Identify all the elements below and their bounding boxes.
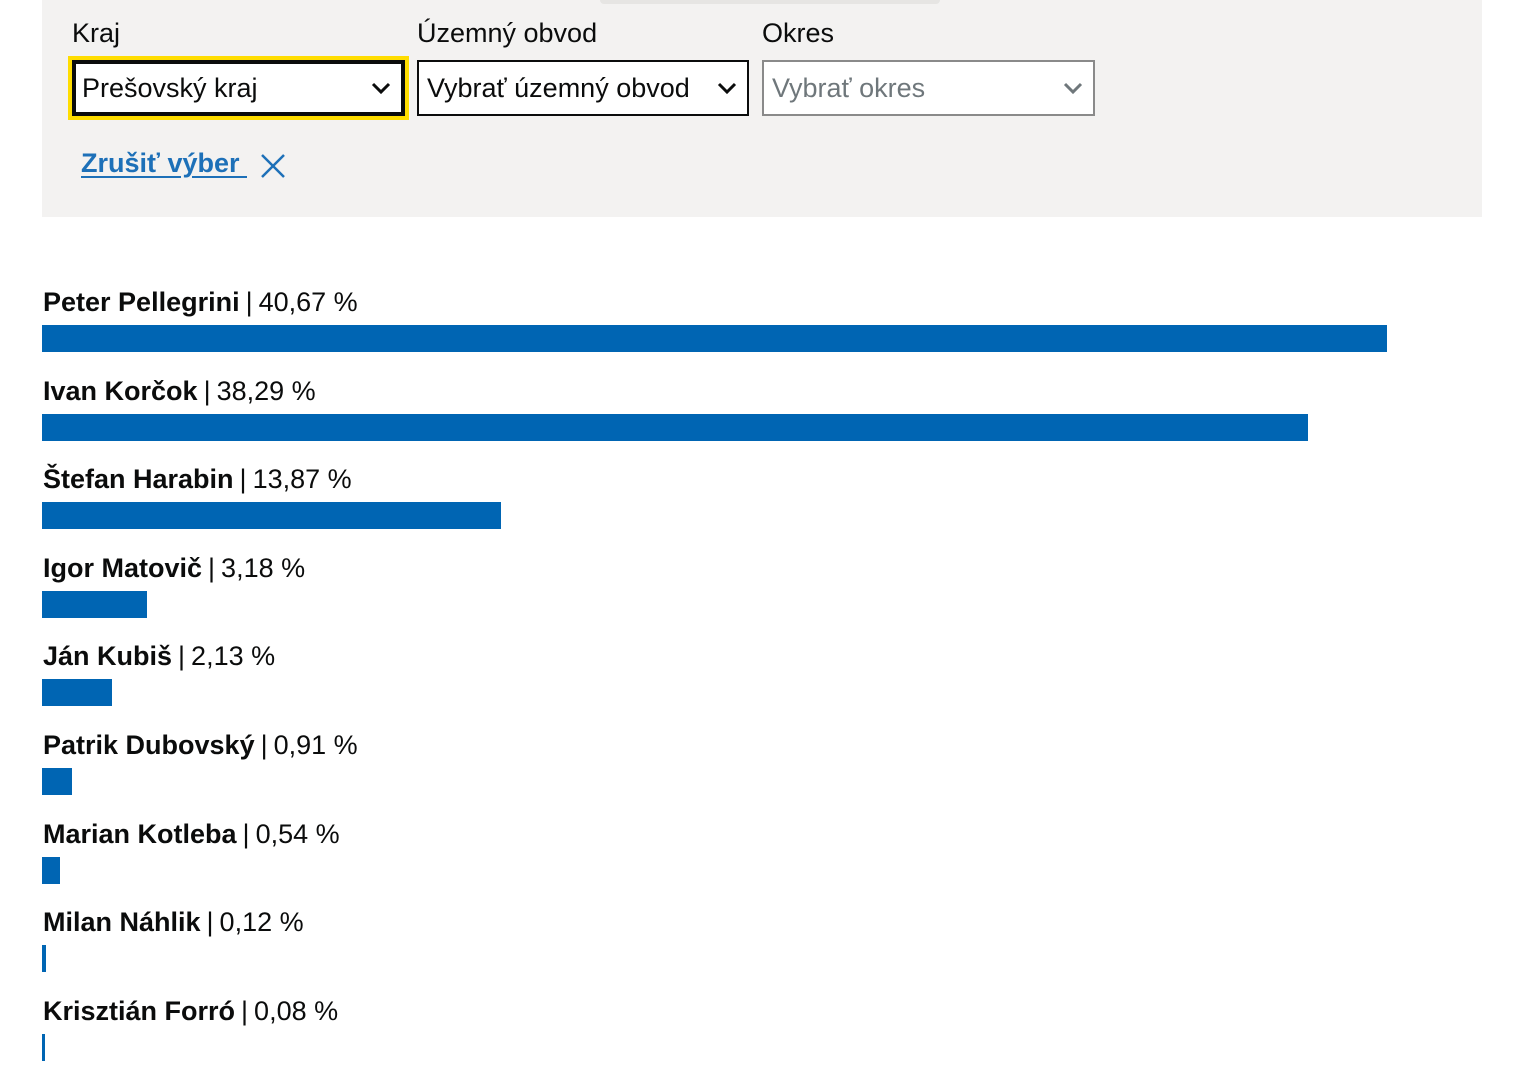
bar-track xyxy=(42,679,1482,707)
bar-track xyxy=(42,325,1482,352)
result-bar xyxy=(42,413,1309,441)
candidate-row: Peter Pellegrini | 40,67 % xyxy=(42,285,1482,373)
bar-track xyxy=(42,856,1482,884)
candidate-row: Ján Kubiš | 2,13 % xyxy=(42,639,1482,727)
okres-label: Okres xyxy=(762,18,835,48)
candidate-percent: 0,08 % xyxy=(254,995,339,1026)
obvod-select-value: Vybrať územný obvod xyxy=(427,72,690,103)
okres-select-value: Vybrať okres xyxy=(772,72,926,103)
candidate-percent: 0,91 % xyxy=(273,730,358,760)
chevron-down-icon xyxy=(371,82,391,95)
candidate-label: Krisztián Forró | 0,08 % xyxy=(43,996,338,1027)
candidate-name: Igor Matovič xyxy=(43,552,203,583)
candidate-name: Ivan Korčok xyxy=(43,375,198,406)
candidate-row: Marian Kotleba | 0,54 % xyxy=(42,817,1482,905)
candidate-label: Peter Pellegrini | 40,67 % xyxy=(43,287,358,318)
candidate-separator: | xyxy=(260,730,268,760)
close-icon[interactable] xyxy=(260,153,286,179)
candidate-row: Štefan Harabin | 13,87 % xyxy=(42,462,1482,550)
bar-track xyxy=(42,413,1482,441)
clear-selection-link[interactable]: Zrušiť výber xyxy=(81,148,247,179)
candidate-separator: | xyxy=(208,552,216,583)
candidate-separator: | xyxy=(206,907,214,938)
candidate-label: Ivan Korčok | 38,29 % xyxy=(43,376,316,407)
result-bar xyxy=(42,1033,45,1061)
candidate-name: Štefan Harabin xyxy=(43,464,234,495)
bar-track xyxy=(42,945,1482,973)
candidate-label: Štefan Harabin | 13,87 % xyxy=(43,464,352,495)
candidate-name: Krisztián Forró xyxy=(43,995,236,1026)
candidate-separator: | xyxy=(239,464,247,495)
kraj-label: Kraj xyxy=(72,18,121,48)
candidate-label: Patrik Dubovský | 0,91 % xyxy=(43,730,358,761)
okres-select[interactable]: Vybrať okres xyxy=(762,60,1095,116)
result-bar xyxy=(42,679,113,707)
candidate-label: Igor Matovič | 3,18 % xyxy=(43,553,305,584)
candidate-percent: 38,29 % xyxy=(216,375,316,406)
candidate-row: Patrik Dubovský | 0,91 % xyxy=(42,728,1482,816)
candidate-percent: 40,67 % xyxy=(258,287,358,317)
candidate-name: Marian Kotleba xyxy=(43,818,237,849)
candidate-name: Ján Kubiš xyxy=(43,641,173,672)
bar-track xyxy=(42,502,1482,530)
candidate-label: Ján Kubiš | 2,13 % xyxy=(43,641,275,672)
candidate-row: Milan Náhlik | 0,12 % xyxy=(42,905,1482,993)
candidate-separator: | xyxy=(241,995,249,1026)
candidate-percent: 0,54 % xyxy=(255,818,340,849)
candidate-percent: 3,18 % xyxy=(221,552,306,583)
result-bar xyxy=(42,768,73,795)
candidate-separator: | xyxy=(203,375,211,406)
candidate-separator: | xyxy=(242,818,250,849)
kraj-select[interactable]: Prešovský kraj xyxy=(68,56,409,120)
result-bar xyxy=(42,945,46,973)
result-bar xyxy=(42,590,148,618)
candidate-label: Marian Kotleba | 0,54 % xyxy=(43,819,340,850)
chevron-down-icon xyxy=(717,82,737,95)
result-bar xyxy=(42,502,501,530)
candidate-separator: | xyxy=(178,641,186,672)
kraj-select-value: Prešovský kraj xyxy=(82,72,258,103)
obvod-select[interactable]: Vybrať územný obvod xyxy=(417,60,749,116)
candidate-name: Peter Pellegrini xyxy=(43,287,240,317)
candidate-percent: 0,12 % xyxy=(219,907,304,938)
candidate-row: Krisztián Forró | 0,08 % xyxy=(42,994,1482,1082)
candidate-percent: 13,87 % xyxy=(252,464,352,495)
chevron-down-icon xyxy=(1063,82,1083,95)
bar-track xyxy=(42,768,1482,795)
candidate-label: Milan Náhlik | 0,12 % xyxy=(43,907,304,938)
candidate-separator: | xyxy=(245,287,253,317)
bar-track xyxy=(42,1033,1482,1061)
bar-track xyxy=(42,590,1482,618)
obvod-label: Územný obvod xyxy=(417,18,598,48)
candidate-name: Milan Náhlik xyxy=(43,907,201,938)
candidate-row: Ivan Korčok | 38,29 % xyxy=(42,374,1482,462)
top-shadow xyxy=(600,0,940,4)
candidate-name: Patrik Dubovský xyxy=(43,730,255,760)
result-bar xyxy=(42,856,60,884)
result-bar xyxy=(42,325,1387,352)
candidate-percent: 2,13 % xyxy=(191,641,276,672)
candidate-row: Igor Matovič | 3,18 % xyxy=(42,551,1482,639)
